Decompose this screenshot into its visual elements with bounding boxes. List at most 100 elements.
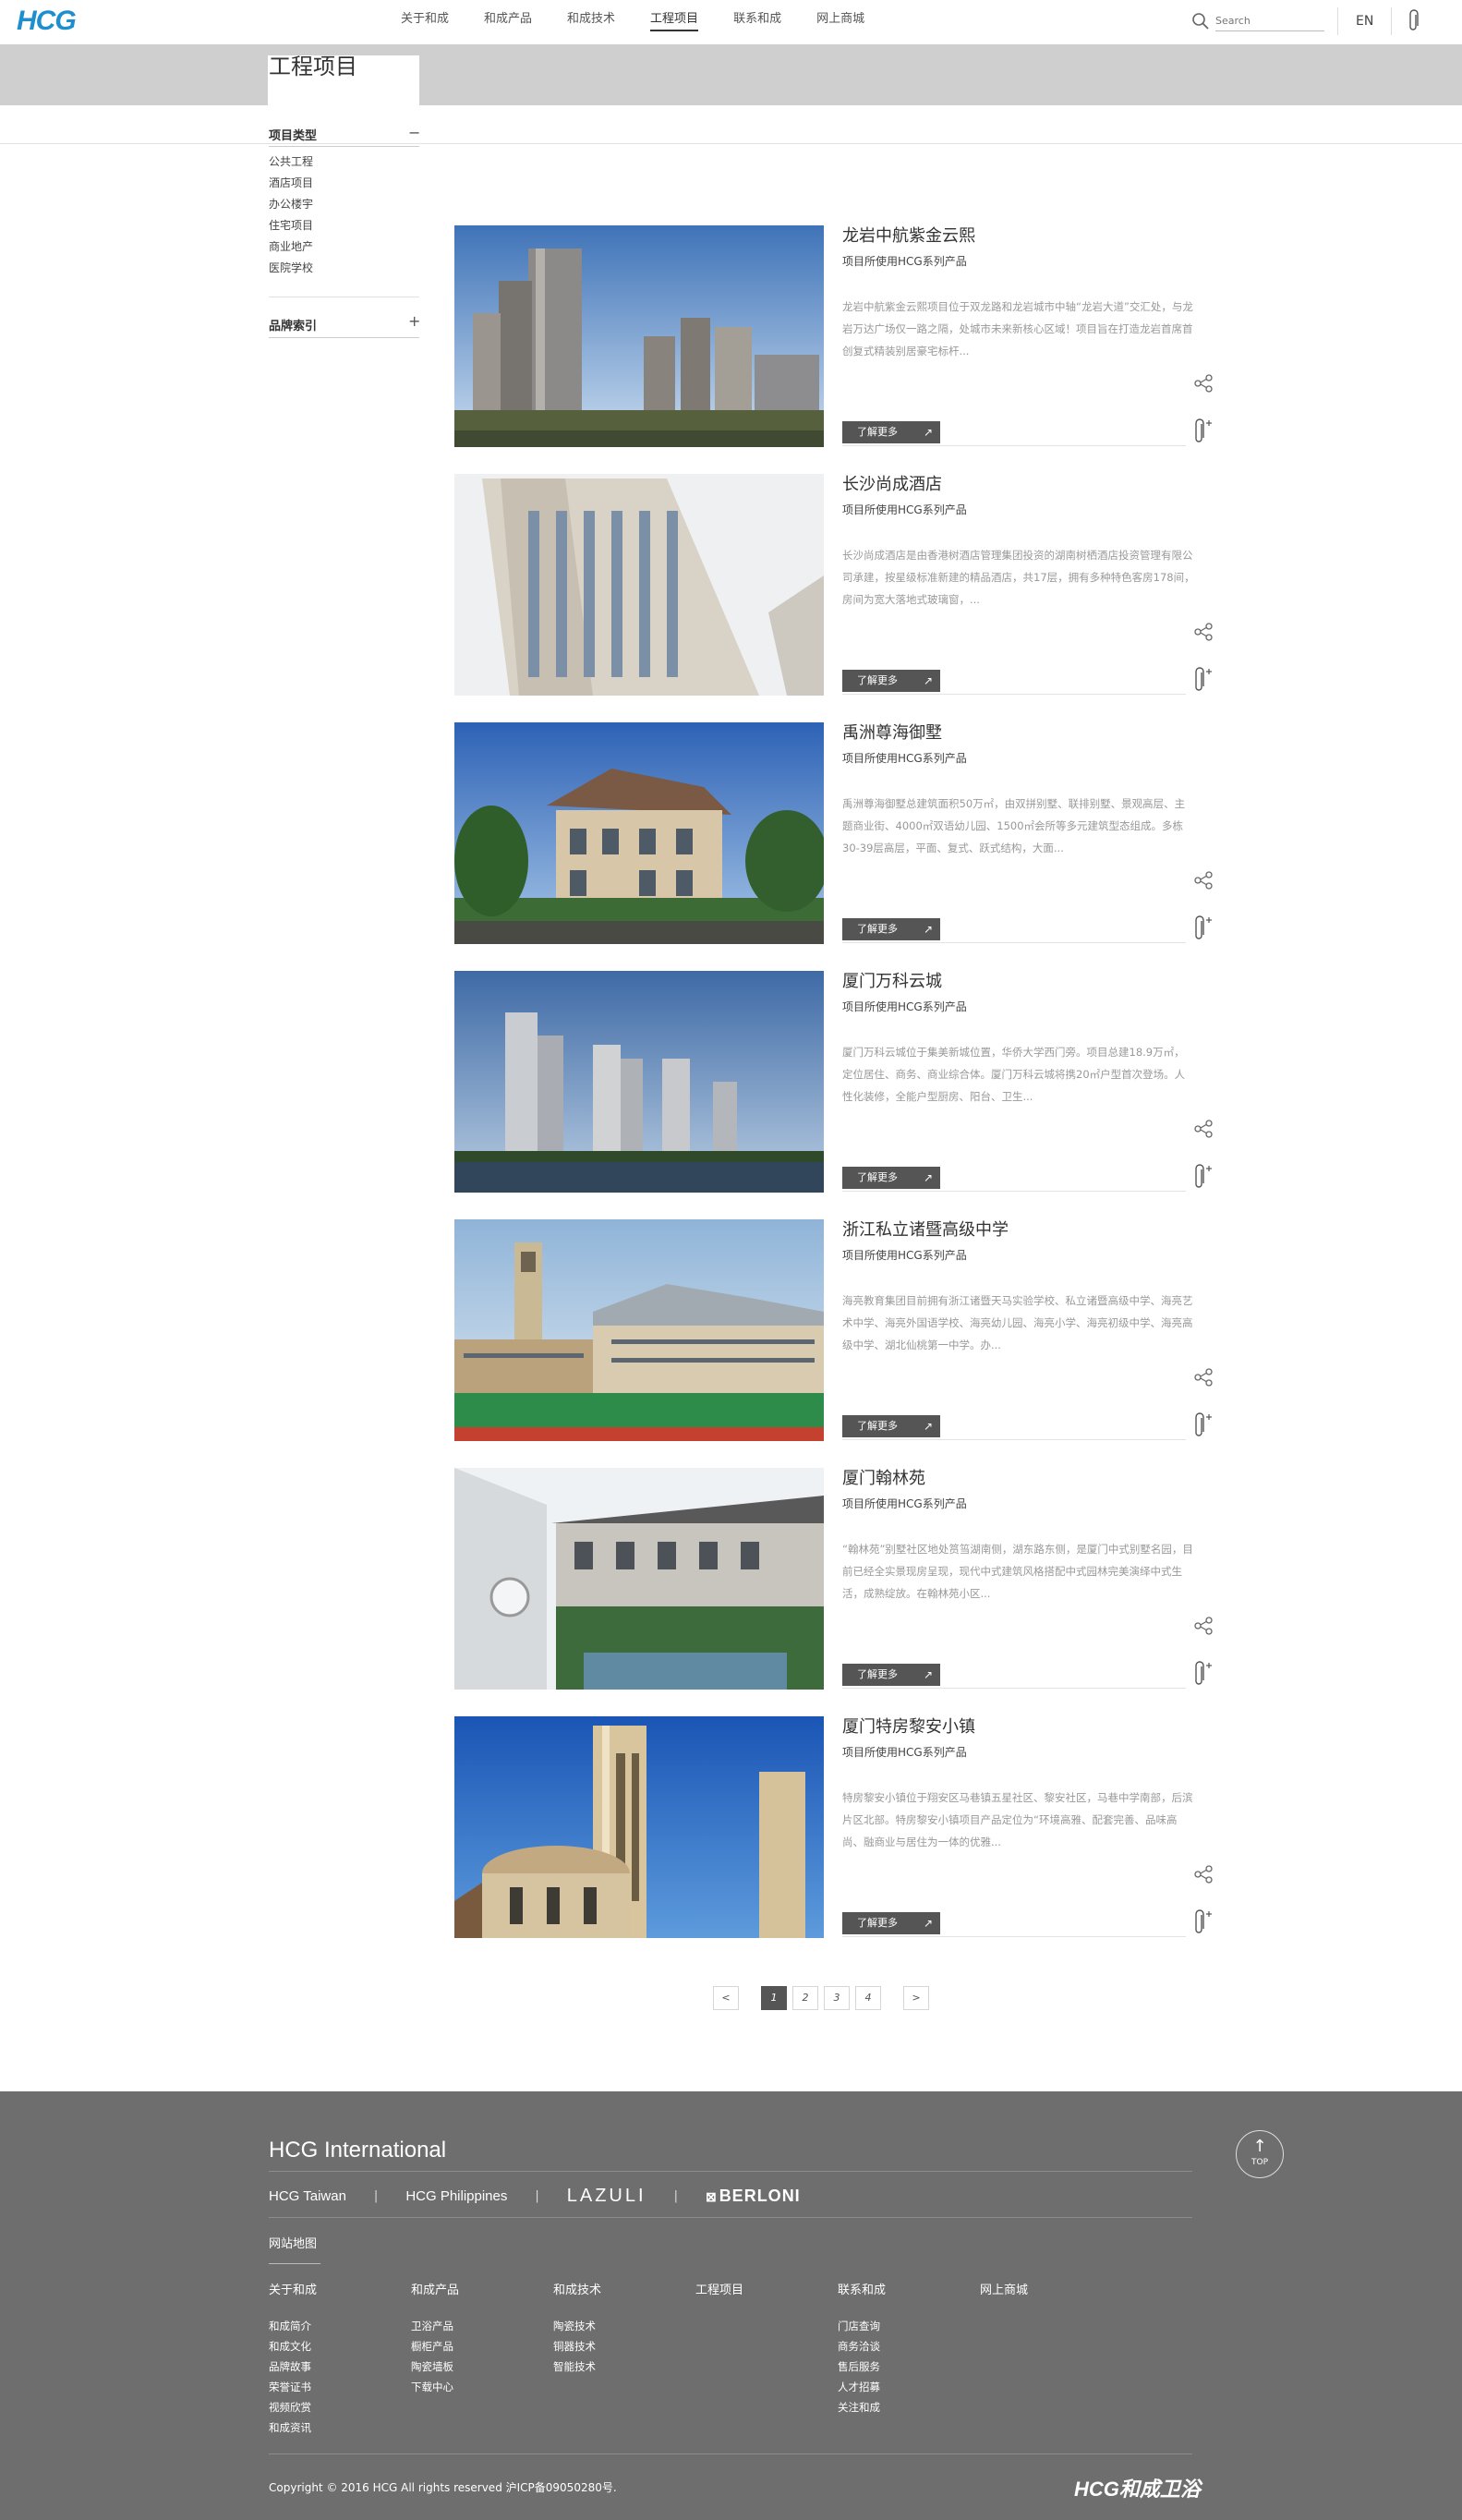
paperclip-icon[interactable]	[1408, 9, 1420, 33]
search-icon[interactable]	[1191, 11, 1210, 31]
footer-link[interactable]: 人才招募	[838, 2377, 886, 2397]
divider-line	[0, 143, 1462, 144]
footer-link[interactable]: 门店查询	[838, 2316, 886, 2336]
nav-shop[interactable]: 网上商城	[816, 11, 864, 33]
share-icon[interactable]	[1193, 870, 1214, 890]
learn-more-button[interactable]: 了解更多 ↗	[842, 1664, 940, 1686]
project-name[interactable]: 长沙尚成酒店	[842, 474, 942, 496]
project-photo[interactable]	[454, 722, 824, 944]
paperclip-plus-icon[interactable]	[1193, 1411, 1214, 1439]
project-name[interactable]: 龙岩中航紫金云熙	[842, 225, 975, 248]
share-icon[interactable]	[1193, 1864, 1214, 1884]
footer-column-title[interactable]: 工程项目	[695, 2280, 743, 2297]
footer-link[interactable]: 陶瓷墙板	[411, 2356, 459, 2377]
page-button-2[interactable]: 2	[792, 1986, 818, 2010]
project-photo[interactable]	[454, 1716, 824, 1938]
learn-more-button[interactable]: 了解更多 ↗	[842, 1415, 940, 1437]
footer-title: HCG International	[269, 2138, 447, 2163]
footer-link[interactable]: 铜器技术	[553, 2336, 601, 2356]
footer-column-title[interactable]: 关于和成	[269, 2280, 317, 2297]
sidebar-item-public[interactable]: 公共工程	[269, 152, 313, 174]
nav-products[interactable]: 和成产品	[484, 11, 532, 33]
nav-about[interactable]: 关于和成	[401, 11, 449, 33]
footer-link[interactable]: 荣誉证书	[269, 2377, 317, 2397]
learn-more-button[interactable]: 了解更多 ↗	[842, 670, 940, 692]
sidebar-item-office[interactable]: 办公楼宇	[269, 195, 313, 216]
prev-page-button[interactable]: <	[713, 1986, 739, 2010]
paperclip-plus-icon[interactable]	[1193, 1660, 1214, 1688]
learn-more-button[interactable]: 了解更多 ↗	[842, 421, 940, 443]
paperclip-plus-icon[interactable]	[1193, 1163, 1214, 1191]
sidebar-brand-index-heading[interactable]: 品牌索引	[269, 316, 317, 333]
project-subtitle: 项目所使用HCG系列产品	[842, 255, 967, 268]
nav-contact[interactable]: 联系和成	[733, 11, 781, 33]
card-rule	[842, 1439, 1186, 1440]
paperclip-plus-icon[interactable]	[1193, 666, 1214, 694]
footer-link[interactable]: 和成文化	[269, 2336, 317, 2356]
card-rule	[842, 942, 1186, 943]
project-photo[interactable]	[454, 1219, 824, 1441]
share-icon[interactable]	[1193, 1616, 1214, 1636]
learn-more-button[interactable]: 了解更多 ↗	[842, 1167, 940, 1189]
project-name[interactable]: 禹洲尊海御墅	[842, 722, 942, 745]
next-page-button[interactable]: >	[903, 1986, 929, 2010]
footer-link[interactable]: 售后服务	[838, 2356, 886, 2377]
page-button-4[interactable]: 4	[855, 1986, 881, 2010]
back-to-top-button[interactable]: ↑ TOP	[1236, 2130, 1284, 2178]
hcg-logo[interactable]: HCG	[17, 6, 77, 37]
sidebar-item-residential[interactable]: 住宅项目	[269, 216, 313, 237]
sidebar-project-type-heading[interactable]: 项目类型	[269, 126, 317, 143]
paperclip-plus-icon[interactable]	[1193, 915, 1214, 942]
project-name[interactable]: 厦门特房黎安小镇	[842, 1716, 975, 1739]
sidebar-item-hotel[interactable]: 酒店项目	[269, 174, 313, 195]
arrow-up-right-icon: ↗	[923, 674, 933, 687]
footer-column-projects: 工程项目	[695, 2280, 743, 2316]
footer-column-title[interactable]: 和成产品	[411, 2280, 459, 2297]
project-name[interactable]: 厦门万科云城	[842, 971, 942, 993]
project-photo[interactable]	[454, 971, 824, 1193]
footer-link[interactable]: 陶瓷技术	[553, 2316, 601, 2336]
share-icon[interactable]	[1193, 622, 1214, 642]
footer-link[interactable]: 卫浴产品	[411, 2316, 459, 2336]
share-icon[interactable]	[1193, 373, 1214, 394]
footer-link[interactable]: 关注和成	[838, 2397, 886, 2417]
page-button-1[interactable]: 1	[761, 1986, 787, 2010]
footer-link[interactable]: 和成资讯	[269, 2417, 317, 2438]
nav-projects[interactable]: 工程项目	[650, 11, 699, 33]
learn-more-button[interactable]: 了解更多 ↗	[842, 1912, 940, 1934]
project-name[interactable]: 浙江私立诸暨高级中学	[842, 1219, 1009, 1242]
footer-link[interactable]: 智能技术	[553, 2356, 601, 2377]
brand-hcg-philippines[interactable]: HCG Philippines	[405, 2188, 507, 2204]
share-icon[interactable]	[1193, 1119, 1214, 1139]
brand-lazuli[interactable]: LAZULI	[567, 2186, 646, 2207]
footer-link[interactable]: 和成简介	[269, 2316, 317, 2336]
paperclip-plus-icon[interactable]	[1193, 418, 1214, 445]
footer-link[interactable]: 下载中心	[411, 2377, 459, 2397]
brand-separator: |	[373, 2188, 379, 2203]
footer-link[interactable]: 视频欣赏	[269, 2397, 317, 2417]
brand-hcg-taiwan[interactable]: HCG Taiwan	[269, 2188, 346, 2204]
share-icon[interactable]	[1193, 1367, 1214, 1387]
brand-berloni[interactable]: ⊠ BERLONI	[706, 2187, 801, 2206]
language-switch[interactable]: EN	[1356, 14, 1373, 29]
footer-link[interactable]: 商务洽谈	[838, 2336, 886, 2356]
project-name[interactable]: 厦门翰林苑	[842, 1468, 925, 1490]
footer-link[interactable]: 品牌故事	[269, 2356, 317, 2377]
expand-icon[interactable]: +	[408, 314, 420, 329]
search-input[interactable]	[1215, 11, 1324, 31]
footer-column-title[interactable]: 网上商城	[980, 2280, 1028, 2297]
project-photo[interactable]	[454, 1468, 824, 1690]
project-photo[interactable]	[454, 474, 824, 696]
footer-column-title[interactable]: 联系和成	[838, 2280, 886, 2297]
nav-technology[interactable]: 和成技术	[567, 11, 615, 33]
project-photo[interactable]	[454, 225, 824, 447]
sidebar-item-commercial[interactable]: 商业地产	[269, 237, 313, 259]
footer-link[interactable]: 橱柜产品	[411, 2336, 459, 2356]
footer-hcg-logo[interactable]: HCG和成卫浴	[1074, 2473, 1201, 2502]
page-button-3[interactable]: 3	[824, 1986, 850, 2010]
sidebar-item-hospital-school[interactable]: 医院学校	[269, 259, 313, 280]
paperclip-plus-icon[interactable]	[1193, 1908, 1214, 1936]
footer-column-title[interactable]: 和成技术	[553, 2280, 601, 2297]
learn-more-button[interactable]: 了解更多 ↗	[842, 918, 940, 940]
collapse-icon[interactable]: −	[408, 126, 420, 140]
